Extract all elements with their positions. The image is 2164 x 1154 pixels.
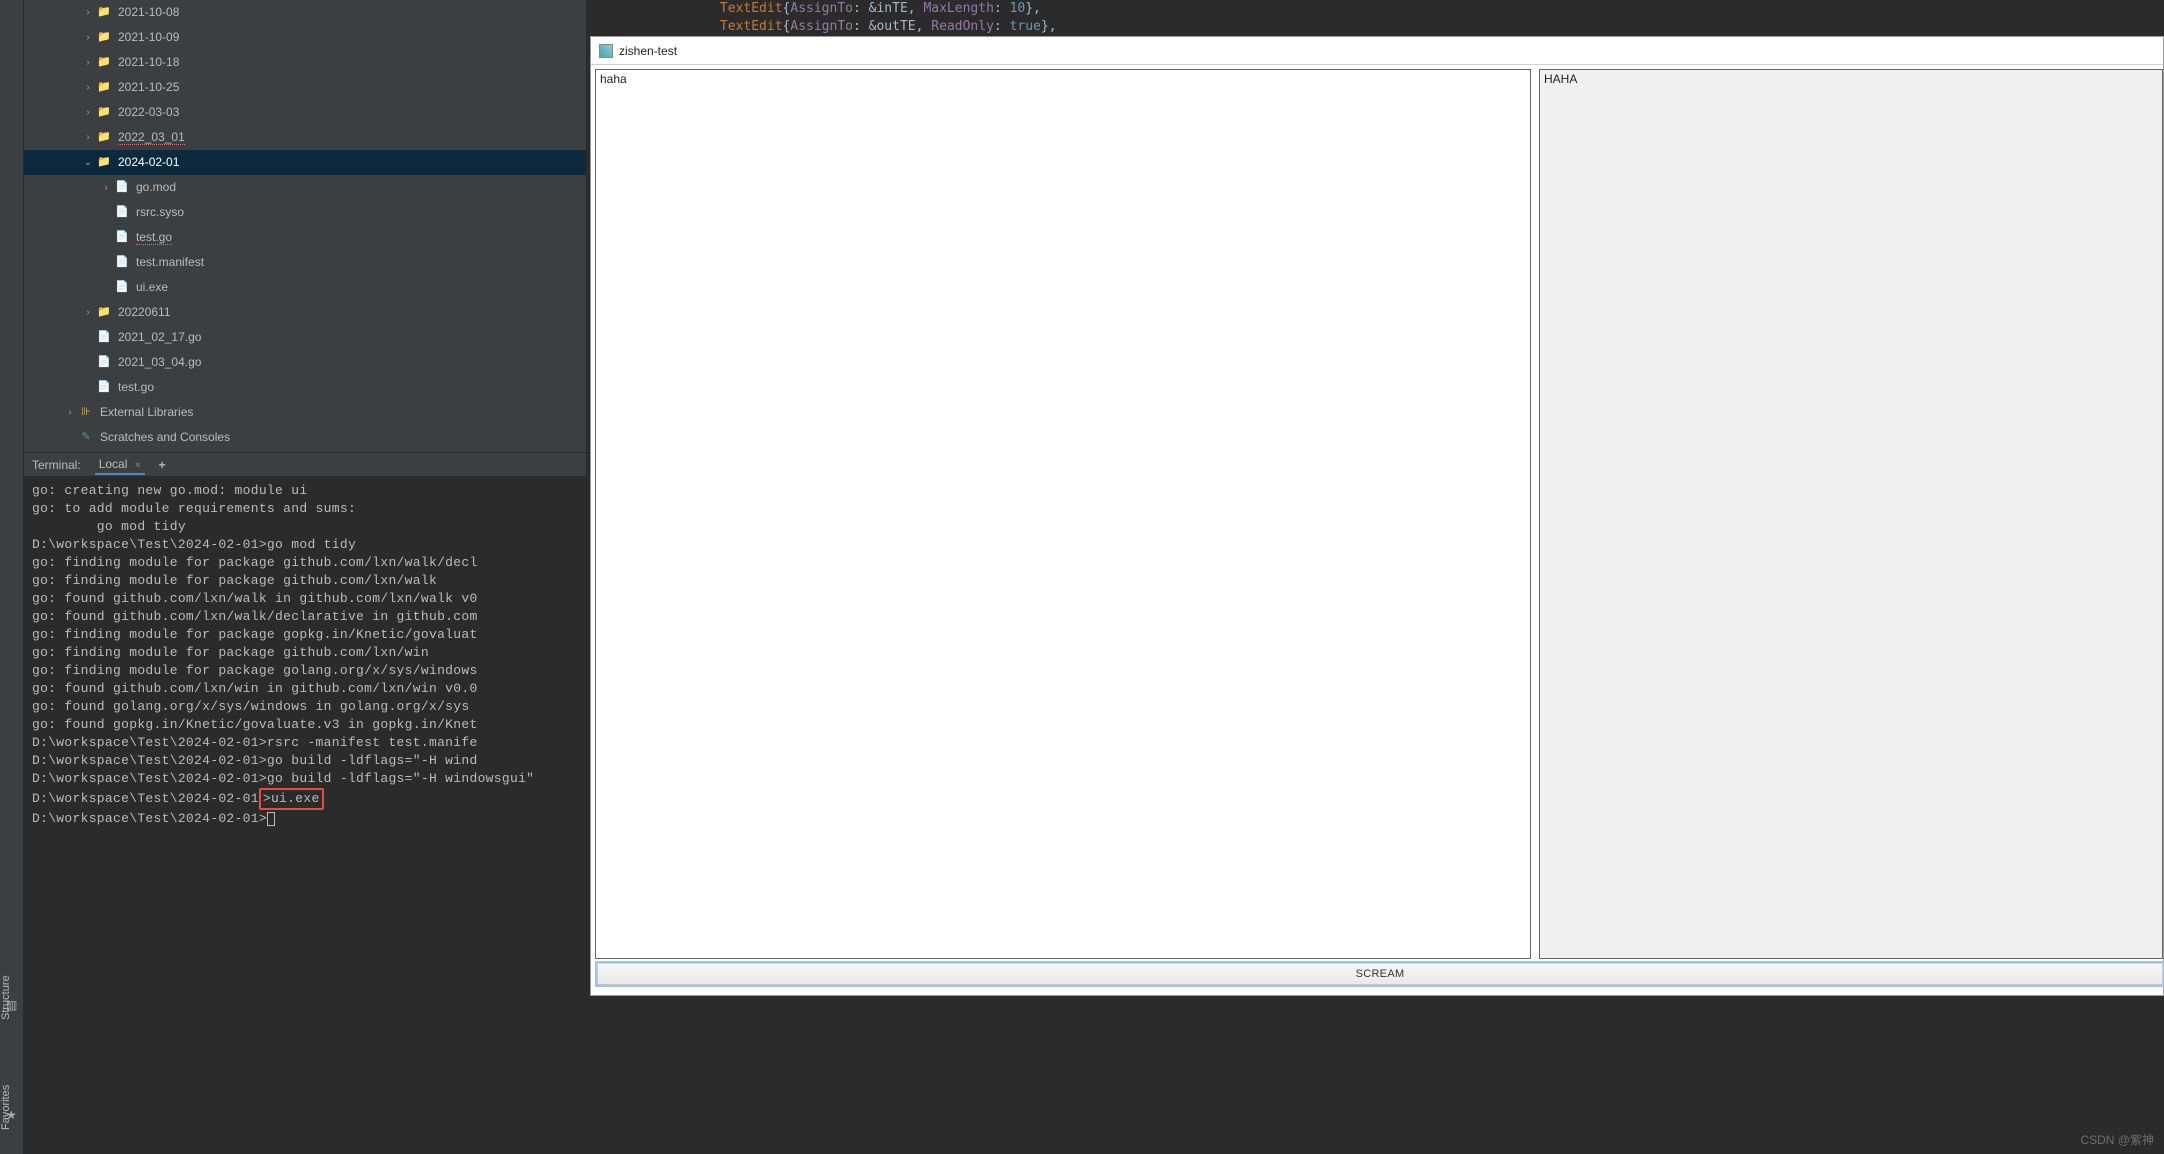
tree-item[interactable]: 📄test.go (24, 225, 586, 250)
terminal-tab-label: Local (99, 457, 128, 471)
tree-item-label: 2021-10-18 (118, 50, 179, 75)
scratch-icon: ✎ (78, 425, 94, 450)
terminal-header: Terminal: Local × + (24, 452, 586, 476)
chevron-icon[interactable]: › (62, 400, 78, 425)
chevron-icon[interactable]: › (80, 100, 96, 125)
tree-item-label: 2022-03-03 (118, 100, 179, 125)
terminal-label: Terminal: (32, 458, 81, 472)
chevron-icon[interactable]: › (80, 25, 96, 50)
folder-icon: 📁 (96, 50, 112, 75)
tree-item[interactable]: ⌄📁2024-02-01 (24, 150, 586, 175)
tree-item[interactable]: ›📁2021-10-25 (24, 75, 586, 100)
tree-item-label: 2021-10-08 (118, 0, 179, 25)
window-titlebar[interactable]: zishen-test (591, 37, 2163, 65)
tree-item[interactable]: ›📁2021-10-09 (24, 25, 586, 50)
go-icon: 📄 (114, 175, 130, 200)
tree-item-label: go.mod (136, 175, 176, 200)
tree-item[interactable]: 📄rsrc.syso (24, 200, 586, 225)
chevron-icon[interactable]: › (80, 0, 96, 25)
code-line: TextEdit{AssignTo: &inTE, MaxLength: 10}… (626, 0, 2164, 18)
tree-item-label: 2024-02-01 (118, 150, 179, 175)
structure-tool-label[interactable]: Structure (0, 996, 12, 1020)
chevron-icon[interactable]: › (80, 300, 96, 325)
folder-icon: 📁 (96, 25, 112, 50)
tree-item-label: 20220611 (118, 300, 171, 325)
tree-item-label: test.go (136, 225, 172, 250)
terminal-add-button[interactable]: + (159, 458, 166, 472)
folder-icon: 📁 (96, 150, 112, 175)
tree-item-label: test.manifest (136, 250, 204, 275)
tree-item[interactable]: ✎Scratches and Consoles (24, 425, 586, 450)
tree-item[interactable]: ›⊪External Libraries (24, 400, 586, 425)
code-editor[interactable]: TextEdit{AssignTo: &inTE, MaxLength: 10}… (586, 0, 2164, 36)
file-icon: 📄 (114, 200, 130, 225)
tree-item-label: 2021-10-09 (118, 25, 179, 50)
go-icon: 📄 (114, 275, 130, 300)
chevron-icon[interactable]: › (98, 175, 114, 200)
tree-item[interactable]: ›📁2022-03-03 (24, 100, 586, 125)
chevron-icon[interactable]: ⌄ (80, 150, 96, 175)
tree-item[interactable]: ›📁2021-10-08 (24, 0, 586, 25)
tree-item-label: External Libraries (100, 400, 193, 425)
folder-icon: 📁 (96, 125, 112, 150)
watermark: CSDN @紫神 (2080, 1131, 2154, 1148)
chevron-icon[interactable]: › (80, 125, 96, 150)
tree-item[interactable]: 📄2021_02_17.go (24, 325, 586, 350)
tree-item-label: rsrc.syso (136, 200, 184, 225)
tree-item-label: ui.exe (136, 275, 168, 300)
favorites-tool-label[interactable]: Favorites (0, 1106, 12, 1130)
chevron-icon[interactable]: › (80, 50, 96, 75)
file-icon: 📄 (114, 250, 130, 275)
tree-item-label: 2021-10-25 (118, 75, 179, 100)
tree-item[interactable]: ›📁20220611 (24, 300, 586, 325)
tree-item-label: test.go (118, 375, 154, 400)
terminal-tab-local[interactable]: Local × (95, 455, 145, 475)
folder-icon: 📁 (96, 0, 112, 25)
tree-item-label: 2021_03_04.go (118, 350, 201, 375)
project-tree[interactable]: ›📁2021-10-08›📁2021-10-09›📁2021-10-18›📁20… (24, 0, 586, 452)
go-icon: 📄 (114, 225, 130, 250)
code-line: TextEdit{AssignTo: &outTE, ReadOnly: tru… (626, 18, 2164, 36)
window-title: zishen-test (619, 44, 677, 58)
tree-item[interactable]: ›📁2022_03_01 (24, 125, 586, 150)
lib-icon: ⊪ (78, 400, 94, 425)
tree-item[interactable]: 📄test.go (24, 375, 586, 400)
go-icon: 📄 (96, 375, 112, 400)
tree-item[interactable]: 📄ui.exe (24, 275, 586, 300)
window-client-area (595, 69, 2163, 959)
app-window-zishen: zishen-test SCREAM (590, 36, 2164, 996)
terminal-highlight: >ui.exe (259, 788, 324, 810)
scream-button[interactable]: SCREAM (597, 963, 2163, 985)
tree-item-label: 2021_02_17.go (118, 325, 201, 350)
tree-item[interactable]: ›📁2021-10-18 (24, 50, 586, 75)
go-icon: 📄 (96, 325, 112, 350)
folder-icon: 📁 (96, 100, 112, 125)
cursor-icon (267, 812, 275, 826)
chevron-icon[interactable]: › (80, 75, 96, 100)
tree-item[interactable]: 📄2021_03_04.go (24, 350, 586, 375)
tree-item-label: Scratches and Consoles (100, 425, 230, 450)
go-icon: 📄 (96, 350, 112, 375)
folder-icon: 📁 (96, 75, 112, 100)
tree-item-label: 2022_03_01 (118, 125, 185, 150)
tree-item[interactable]: ›📄go.mod (24, 175, 586, 200)
left-toolbar-strip: ▥ Structure ★ Favorites (0, 0, 24, 1154)
output-textarea-right[interactable] (1539, 69, 2163, 959)
input-textarea-left[interactable] (595, 69, 1531, 959)
folder-icon: 📁 (96, 300, 112, 325)
close-icon[interactable]: × (135, 460, 141, 471)
tree-item[interactable]: 📄test.manifest (24, 250, 586, 275)
app-icon (599, 44, 613, 58)
